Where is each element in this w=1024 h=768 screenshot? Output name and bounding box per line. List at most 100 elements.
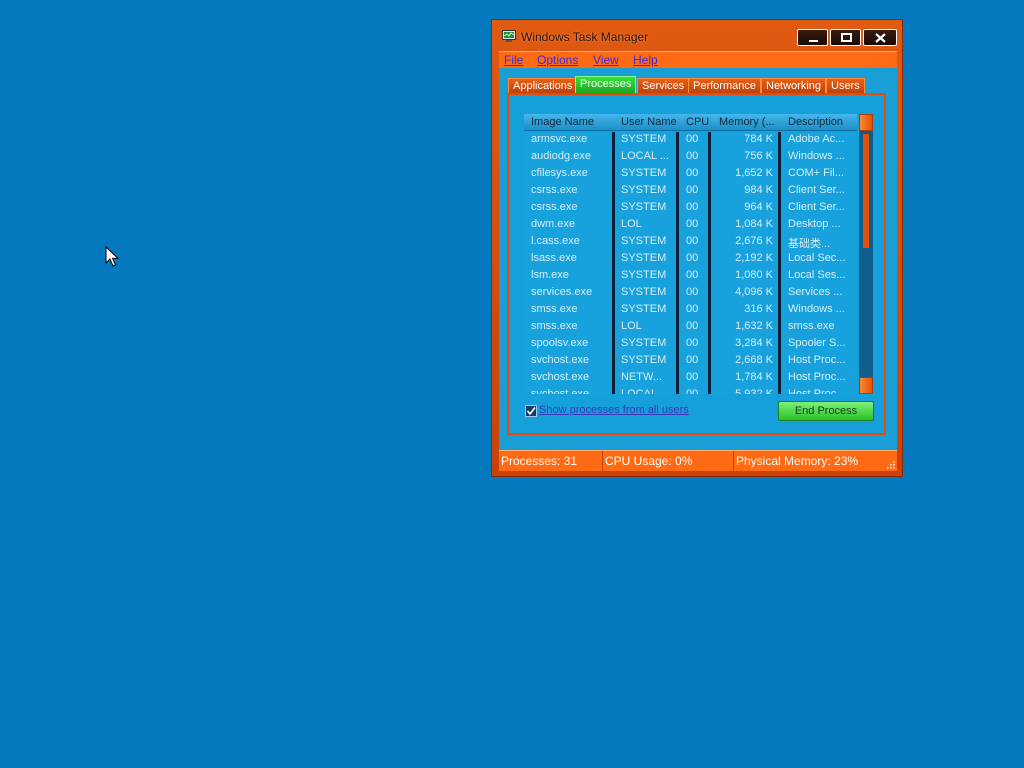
table-row[interactable]: svchost.exe NETW... 00 1,784 K Host Proc... (524, 369, 857, 386)
process-table[interactable]: Image Name User Name CPU Memory (... Des… (524, 114, 857, 394)
cell-description: Host Proc... (788, 354, 846, 366)
cell-description: Adobe Ac... (788, 133, 845, 145)
cell-memory: 1,632 K (735, 320, 773, 332)
scroll-thumb[interactable] (863, 134, 869, 248)
tab-processes[interactable]: Processes (575, 76, 637, 93)
scroll-down-button[interactable] (859, 377, 873, 394)
table-row[interactable]: smss.exe SYSTEM 00 316 K Windows ... (524, 301, 857, 318)
cell-user-name: SYSTEM (621, 269, 667, 281)
checkmark-icon (526, 407, 536, 416)
cell-memory: 2,192 K (735, 252, 773, 264)
cell-user-name: SYSTEM (621, 337, 667, 349)
status-processes: Processes: 31 (499, 451, 603, 471)
cell-description: COM+ Fil... (788, 167, 844, 179)
menu-file[interactable]: File (504, 53, 523, 67)
cell-memory: 1,080 K (735, 269, 773, 281)
cell-user-name: LOL (621, 218, 642, 230)
show-all-users-checkbox[interactable] (525, 405, 537, 417)
task-manager-icon (502, 30, 516, 42)
mouse-pointer-icon (105, 246, 119, 267)
cell-image-name: services.exe (531, 286, 593, 298)
cell-user-name: SYSTEM (621, 303, 667, 315)
table-row[interactable]: csrss.exe SYSTEM 00 964 K Client Ser... (524, 199, 857, 216)
resize-grip-icon[interactable] (885, 459, 895, 469)
col-memory[interactable]: Memory (... (719, 116, 779, 128)
table-row[interactable]: lsm.exe SYSTEM 00 1,080 K Local Ses... (524, 267, 857, 284)
table-row[interactable]: cfilesys.exe SYSTEM 00 1,652 K COM+ Fil... (524, 165, 857, 182)
tab-networking[interactable]: Networking (761, 78, 827, 93)
cell-image-name: spoolsv.exe (531, 337, 589, 349)
client-area: Applications Processes Services Performa… (499, 68, 897, 455)
col-description[interactable]: Description (788, 116, 856, 128)
minimize-button[interactable] (797, 29, 828, 46)
table-row[interactable]: l.cass.exe SYSTEM 00 2,676 K 基础类... (524, 233, 857, 250)
cell-cpu: 00 (686, 320, 699, 332)
close-button[interactable] (863, 29, 897, 46)
scroll-up-button[interactable] (859, 114, 873, 131)
end-process-button[interactable]: End Process (778, 401, 874, 421)
window-title: Windows Task Manager (521, 30, 649, 44)
col-cpu[interactable]: CPU (686, 116, 712, 128)
table-row[interactable]: lsass.exe SYSTEM 00 2,192 K Local Sec... (524, 250, 857, 267)
cell-user-name: LOL (621, 320, 642, 332)
tab-services[interactable]: Services (637, 78, 690, 93)
processes-panel: Image Name User Name CPU Memory (... Des… (507, 93, 886, 435)
cell-cpu: 00 (686, 269, 699, 281)
cell-description: Spooler S... (788, 337, 846, 349)
cell-description: Client Ser... (788, 201, 845, 213)
task-manager-window[interactable]: Windows Task Manager File Options View H… (491, 19, 903, 477)
table-row[interactable]: spoolsv.exe SYSTEM 00 3,284 K Spooler S... (524, 335, 857, 352)
cell-cpu: 00 (686, 201, 699, 213)
tab-performance[interactable]: Performance (688, 78, 761, 93)
cell-image-name: l.cass.exe (531, 235, 580, 247)
cell-description: Client Ser... (788, 184, 845, 196)
menu-view[interactable]: View (593, 53, 619, 67)
cell-user-name: SYSTEM (621, 167, 667, 179)
cell-cpu: 00 (686, 167, 699, 179)
cell-cpu: 00 (686, 371, 699, 383)
cell-image-name: armsvc.exe (531, 133, 588, 145)
show-all-users-label[interactable]: Show processes from all users (539, 404, 689, 416)
cell-user-name: SYSTEM (621, 235, 667, 247)
table-row[interactable]: audiodg.exe LOCAL ... 00 756 K Windows ... (524, 148, 857, 165)
cell-image-name: audiodg.exe (531, 150, 591, 162)
cell-memory: 964 K (744, 201, 773, 213)
cell-image-name: lsass.exe (531, 252, 577, 264)
table-row[interactable]: dwm.exe LOL 00 1,084 K Desktop ... (524, 216, 857, 233)
cell-image-name: csrss.exe (531, 184, 578, 196)
cell-description: Local Ses... (788, 269, 846, 281)
cell-memory: 1,084 K (735, 218, 773, 230)
maximize-button[interactable] (830, 29, 861, 46)
table-row[interactable]: smss.exe LOL 00 1,632 K smss.exe (524, 318, 857, 335)
cell-description: Host Proc... (788, 388, 846, 394)
col-image-name[interactable]: Image Name (531, 116, 611, 128)
cell-image-name: cfilesys.exe (531, 167, 588, 179)
table-row[interactable]: csrss.exe SYSTEM 00 984 K Client Ser... (524, 182, 857, 199)
table-row[interactable]: svchost.exe LOCAL ... 00 5,932 K Host Proc..… (524, 386, 857, 394)
maximize-icon (841, 33, 852, 42)
cell-memory: 984 K (744, 184, 773, 196)
tab-applications[interactable]: Applications (508, 78, 578, 93)
vertical-scrollbar[interactable] (859, 114, 873, 394)
title-bar[interactable]: Windows Task Manager (492, 20, 902, 50)
tab-users[interactable]: Users (826, 78, 865, 93)
cell-memory: 756 K (744, 150, 773, 162)
cell-memory: 2,668 K (735, 354, 773, 366)
cell-user-name: SYSTEM (621, 252, 667, 264)
cell-image-name: csrss.exe (531, 201, 578, 213)
cell-cpu: 00 (686, 235, 699, 247)
cell-image-name: dwm.exe (531, 218, 576, 230)
table-row[interactable]: armsvc.exe SYSTEM 00 784 K Adobe Ac... (524, 131, 857, 148)
cell-description: Host Proc... (788, 371, 846, 383)
col-user-name[interactable]: User Name (621, 116, 677, 128)
table-row[interactable]: svchost.exe SYSTEM 00 2,668 K Host Proc... (524, 352, 857, 369)
menu-options[interactable]: Options (537, 53, 578, 67)
cell-cpu: 00 (686, 252, 699, 264)
cell-user-name: SYSTEM (621, 201, 667, 213)
cell-cpu: 00 (686, 133, 699, 145)
table-header: Image Name User Name CPU Memory (... Des… (524, 114, 857, 131)
cell-user-name: SYSTEM (621, 354, 667, 366)
table-row[interactable]: services.exe SYSTEM 00 4,096 K Services ... (524, 284, 857, 301)
close-icon (875, 33, 886, 43)
menu-help[interactable]: Help (633, 53, 658, 67)
